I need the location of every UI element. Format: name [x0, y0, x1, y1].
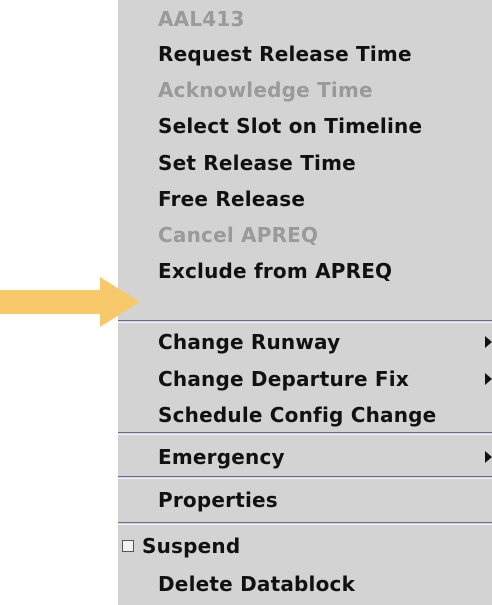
menu-item-cancel-apreq: Cancel APREQ	[118, 216, 492, 253]
menu-item-label: Schedule Config Change	[158, 402, 437, 427]
menu-title-label: AAL413	[158, 6, 245, 31]
menu-item-suspend[interactable]: Suspend	[118, 527, 492, 564]
menu-item-schedule-config-change[interactable]: Schedule Config Change	[118, 396, 492, 433]
menu-item-acknowledge-time: Acknowledge Time	[118, 71, 492, 108]
menu-item-free-release[interactable]: Free Release	[118, 180, 492, 217]
menu-item-label: Change Departure Fix	[158, 366, 409, 391]
menu-item-label: Delete Datablock	[158, 571, 356, 596]
menu-item-label: Select Slot on Timeline	[158, 113, 423, 138]
menu-item-exclude-from-apreq[interactable]: Exclude from APREQ	[118, 252, 492, 289]
submenu-arrow-icon	[485, 450, 492, 463]
menu-item-select-slot-on-timeline[interactable]: Select Slot on Timeline	[118, 107, 492, 144]
suspend-checkbox-icon[interactable]	[122, 539, 134, 552]
menu-item-label: Cancel APREQ	[158, 222, 319, 247]
flight-context-menu: AAL413 Request Release Time Acknowledge …	[118, 0, 492, 605]
menu-item-label: Change Runway	[158, 329, 341, 354]
menu-item-emergency[interactable]: Emergency	[118, 438, 492, 475]
menu-item-label: Properties	[158, 487, 278, 512]
menu-separator	[118, 476, 492, 479]
menu-item-set-release-time[interactable]: Set Release Time	[118, 144, 492, 181]
menu-item-delete-datablock[interactable]: Delete Datablock	[118, 565, 492, 602]
menu-separator	[118, 432, 492, 435]
menu-title: AAL413	[118, 0, 492, 37]
submenu-arrow-icon	[485, 372, 492, 385]
arrow-right-icon	[0, 277, 140, 327]
menu-item-change-runway[interactable]: Change Runway	[118, 323, 492, 360]
menu-item-label: Set Release Time	[158, 150, 356, 175]
menu-item-properties[interactable]: Properties	[118, 481, 492, 518]
menu-item-label: Free Release	[158, 186, 306, 211]
menu-item-change-departure-fix[interactable]: Change Departure Fix	[118, 360, 492, 397]
menu-item-label: Request Release Time	[158, 41, 412, 66]
menu-item-label: Exclude from APREQ	[158, 258, 393, 283]
menu-item-label: Acknowledge Time	[158, 77, 373, 102]
menu-separator	[118, 522, 492, 525]
menu-item-label: Emergency	[158, 444, 285, 469]
menu-item-request-release-time[interactable]: Request Release Time	[118, 35, 492, 72]
menu-item-label: Suspend	[142, 533, 241, 558]
submenu-arrow-icon	[485, 335, 492, 348]
